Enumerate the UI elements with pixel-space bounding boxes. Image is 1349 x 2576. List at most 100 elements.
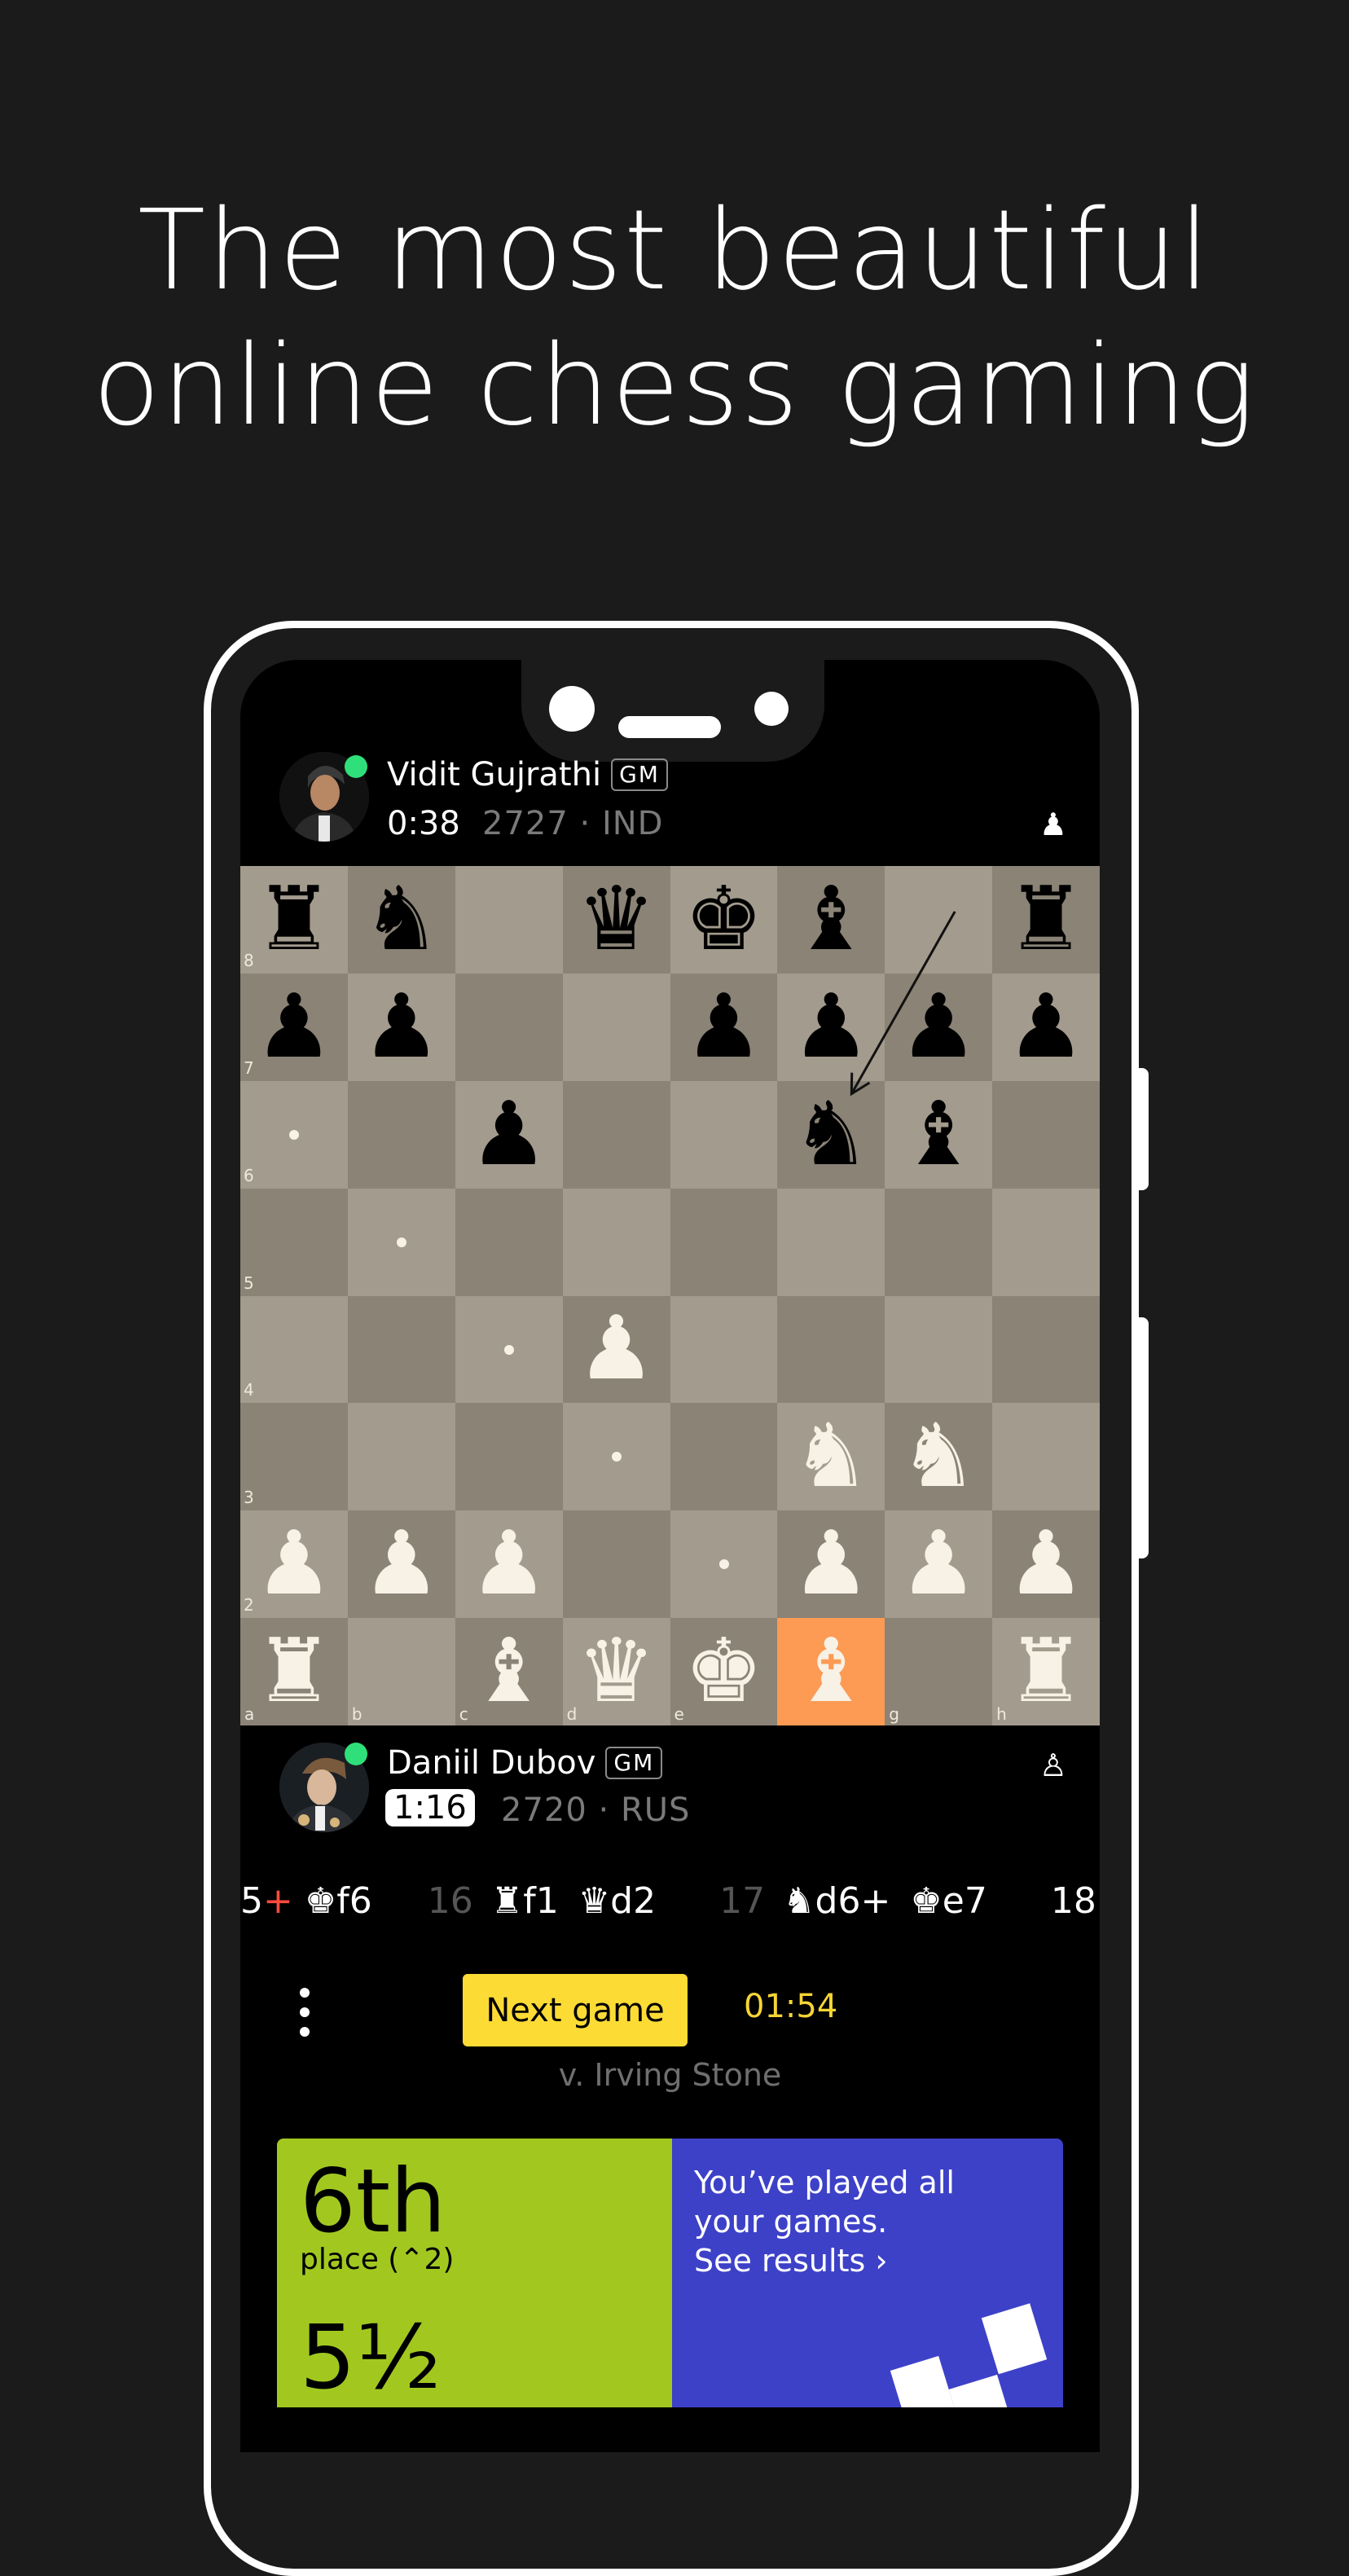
square-d7[interactable] xyxy=(562,973,670,1081)
square-d6[interactable] xyxy=(562,1080,670,1189)
black-pawn-icon[interactable]: ♟ xyxy=(670,974,778,1081)
legal-move-dot[interactable] xyxy=(396,1237,406,1247)
black-pawn-icon[interactable]: ♟ xyxy=(455,1081,563,1189)
black-rook-icon[interactable]: ♜ xyxy=(240,866,348,974)
square-b6[interactable] xyxy=(347,1080,455,1189)
square-f8[interactable]: ♝ xyxy=(777,866,885,974)
black-pawn-icon[interactable]: ♟ xyxy=(240,974,348,1081)
square-h3[interactable] xyxy=(992,1403,1101,1511)
next-game-button[interactable]: Next game xyxy=(463,1974,688,2046)
white-knight-icon[interactable]: ♞ xyxy=(777,1403,885,1510)
square-e8[interactable]: ♚ xyxy=(670,866,778,974)
square-h7[interactable]: ♟ xyxy=(992,973,1101,1081)
square-a8[interactable]: ♜ 8 xyxy=(240,866,348,974)
square-a2[interactable]: ♟ 2 xyxy=(240,1510,348,1619)
square-d4[interactable]: ♟ xyxy=(562,1295,670,1404)
black-knight-icon[interactable]: ♞ xyxy=(777,1081,885,1189)
square-a5[interactable]: 5 xyxy=(240,1188,348,1296)
legal-move-dot[interactable] xyxy=(503,1344,514,1355)
square-h2[interactable]: ♟ xyxy=(992,1510,1101,1619)
black-pawn-icon[interactable]: ♟ xyxy=(992,974,1100,1081)
white-pawn-icon[interactable]: ♟ xyxy=(563,1296,670,1404)
square-b8[interactable]: ♞ xyxy=(347,866,455,974)
square-e4[interactable] xyxy=(670,1295,778,1404)
square-f4[interactable] xyxy=(777,1295,885,1404)
square-a1[interactable]: ♜ a xyxy=(240,1618,348,1726)
square-g7[interactable]: ♟ xyxy=(885,973,993,1081)
square-d5[interactable] xyxy=(562,1188,670,1296)
square-f2[interactable]: ♟ xyxy=(777,1510,885,1619)
square-c8[interactable] xyxy=(455,866,563,974)
square-b5[interactable] xyxy=(347,1188,455,1296)
square-g2[interactable]: ♟ xyxy=(885,1510,993,1619)
square-g1[interactable]: g xyxy=(885,1618,993,1726)
chess-board[interactable]: ♜ 8 ♞ ♛ ♚ ♝ ♜ ♟ 7 ♟ ♟ ♟ ♟ ♟ 6 ♟ ♞ ♝ 5 4 ♟ 3 ♞ ♞ ♟ 2 ♟ ♟ ♟ ♟ ♟ ♜ a b ♝ c ♛ d ♚ e… xyxy=(240,866,1101,1726)
square-b3[interactable] xyxy=(347,1403,455,1511)
square-g3[interactable]: ♞ xyxy=(885,1403,993,1511)
black-pawn-icon[interactable]: ♟ xyxy=(777,974,885,1081)
square-d2[interactable] xyxy=(562,1510,670,1619)
black-rook-icon[interactable]: ♜ xyxy=(992,866,1100,974)
square-e5[interactable] xyxy=(670,1188,778,1296)
black-bishop-icon[interactable]: ♝ xyxy=(885,1081,992,1189)
black-bishop-icon[interactable]: ♝ xyxy=(777,866,885,974)
results-card[interactable]: You’ve played all your games. See result… xyxy=(672,2139,1063,2407)
black-knight-icon[interactable]: ♞ xyxy=(348,866,455,974)
white-bishop-icon[interactable]: ♝ xyxy=(455,1618,563,1725)
white-rook-icon[interactable]: ♜ xyxy=(992,1618,1100,1725)
move-partial[interactable]: 5+ ♚f6 xyxy=(240,1880,372,1922)
white-pawn-icon[interactable]: ♟ xyxy=(455,1510,563,1618)
square-g5[interactable] xyxy=(885,1188,993,1296)
square-e2[interactable] xyxy=(670,1510,778,1619)
square-c2[interactable]: ♟ xyxy=(455,1510,563,1619)
standing-card[interactable]: 6th place (⌃2) 5½ xyxy=(277,2139,672,2407)
black-pawn-icon[interactable]: ♟ xyxy=(348,974,455,1081)
black-pawn-icon[interactable]: ♟ xyxy=(885,974,992,1081)
square-h5[interactable] xyxy=(992,1188,1101,1296)
square-h1[interactable]: ♜ h xyxy=(992,1618,1101,1726)
white-rook-icon[interactable]: ♜ xyxy=(240,1618,348,1725)
square-c3[interactable] xyxy=(455,1403,563,1511)
square-b2[interactable]: ♟ xyxy=(347,1510,455,1619)
legal-move-dot[interactable] xyxy=(718,1559,729,1570)
move-list[interactable]: 5+ ♚f6 16 ♜f1 ♛d2 17 ♞d6+ ♚e7 18 ♞c8+ ♚ xyxy=(240,1874,1100,1931)
square-f6[interactable]: ♞ xyxy=(777,1080,885,1189)
white-king-icon[interactable]: ♚ xyxy=(670,1618,778,1725)
square-a6[interactable]: 6 xyxy=(240,1080,348,1189)
more-options-icon[interactable] xyxy=(300,1988,310,2037)
square-d8[interactable]: ♛ xyxy=(562,866,670,974)
square-f3[interactable]: ♞ xyxy=(777,1403,885,1511)
square-f7[interactable]: ♟ xyxy=(777,973,885,1081)
square-h4[interactable] xyxy=(992,1295,1101,1404)
move-white[interactable]: ♞d6+ xyxy=(783,1880,890,1922)
square-c7[interactable] xyxy=(455,973,563,1081)
move-white[interactable]: ♜f1 xyxy=(491,1880,559,1922)
square-e3[interactable] xyxy=(670,1403,778,1511)
square-h6[interactable] xyxy=(992,1080,1101,1189)
black-queen-icon[interactable]: ♛ xyxy=(563,866,670,974)
square-b1[interactable]: b xyxy=(347,1618,455,1726)
square-d3[interactable] xyxy=(562,1403,670,1511)
white-knight-icon[interactable]: ♞ xyxy=(885,1403,992,1510)
white-bishop-icon[interactable]: ♝ xyxy=(777,1618,885,1725)
square-a4[interactable]: 4 xyxy=(240,1295,348,1404)
white-queen-icon[interactable]: ♛ xyxy=(563,1618,670,1725)
square-e6[interactable] xyxy=(670,1080,778,1189)
square-b4[interactable] xyxy=(347,1295,455,1404)
square-a7[interactable]: ♟ 7 xyxy=(240,973,348,1081)
white-pawn-icon[interactable]: ♟ xyxy=(240,1510,348,1618)
square-b7[interactable]: ♟ xyxy=(347,973,455,1081)
square-h8[interactable]: ♜ xyxy=(992,866,1101,974)
white-pawn-icon[interactable]: ♟ xyxy=(348,1510,455,1618)
square-f1[interactable]: ♝ xyxy=(777,1618,885,1726)
square-e1[interactable]: ♚ e xyxy=(670,1618,778,1726)
white-pawn-icon[interactable]: ♟ xyxy=(885,1510,992,1618)
square-g8[interactable] xyxy=(885,866,993,974)
legal-move-dot[interactable] xyxy=(289,1129,299,1140)
square-c5[interactable] xyxy=(455,1188,563,1296)
square-a3[interactable]: 3 xyxy=(240,1403,348,1511)
white-pawn-icon[interactable]: ♟ xyxy=(992,1510,1100,1618)
square-c4[interactable] xyxy=(455,1295,563,1404)
square-d1[interactable]: ♛ d xyxy=(562,1618,670,1726)
square-f5[interactable] xyxy=(777,1188,885,1296)
